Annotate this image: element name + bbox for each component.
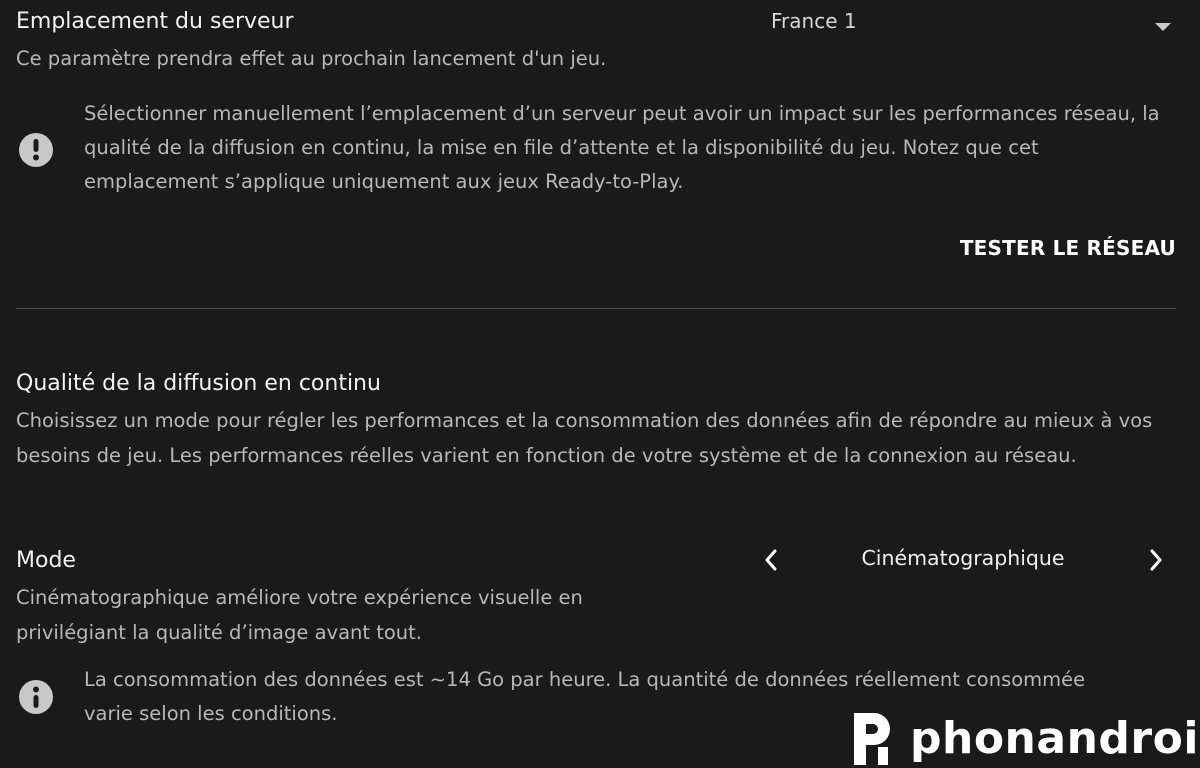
server-location-value: France 1	[771, 9, 857, 33]
phonandroid-logo-icon	[854, 713, 890, 765]
chevron-right-icon[interactable]	[1141, 545, 1171, 575]
chevron-left-icon[interactable]	[756, 545, 786, 575]
exclamation-circle-icon	[19, 133, 53, 167]
mode-description: Cinématographique améliore votre expérie…	[16, 586, 583, 644]
info-circle-icon	[19, 680, 53, 714]
server-location-dropdown[interactable]: France 1	[760, 6, 1180, 40]
streaming-quality-title: Qualité de la diffusion en continu	[16, 371, 381, 396]
section-divider	[16, 308, 1176, 309]
caret-down-icon	[1154, 17, 1172, 36]
watermark-text: phonandroid	[910, 712, 1200, 764]
server-location-title: Emplacement du serveur	[16, 9, 294, 34]
test-network-button[interactable]: TESTER LE RÉSEAU	[960, 236, 1176, 260]
streaming-quality-description: Choisissez un mode pour régler les perfo…	[16, 409, 1153, 467]
mode-title: Mode	[16, 548, 76, 573]
watermark-logo: phonandroid	[848, 709, 1200, 767]
server-location-warning: Sélectionner manuellement l’emplacement …	[84, 102, 1160, 193]
server-location-description: Ce paramètre prendra effet au prochain l…	[16, 47, 607, 70]
mode-value: Cinématographique	[861, 546, 1065, 570]
